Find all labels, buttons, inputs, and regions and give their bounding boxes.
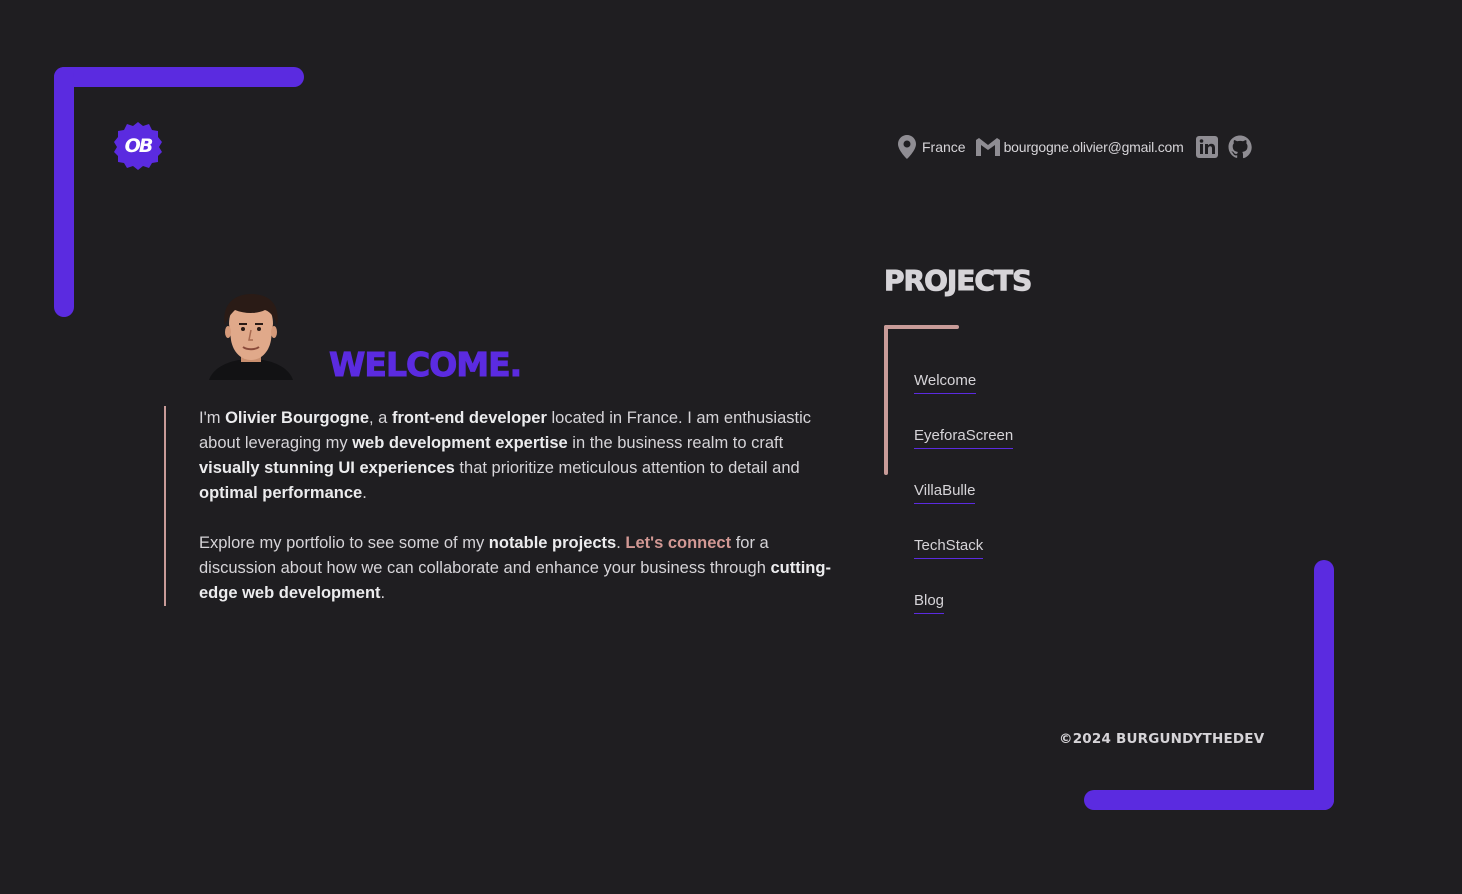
avatar-portrait-icon: [209, 294, 293, 380]
github-icon[interactable]: [1228, 135, 1252, 159]
welcome-heading: WELCOME.: [328, 345, 522, 385]
projects-nav-item: VillaBulle: [914, 480, 1013, 535]
projects-nav-item: TechStack: [914, 535, 1013, 590]
projects-nav: Welcome EyeforaScreen VillaBulle TechSta…: [914, 370, 1014, 645]
logo-link[interactable]: OB: [113, 121, 163, 171]
projects-bracket-vertical: [884, 325, 888, 475]
nav-link-blog[interactable]: Blog: [914, 592, 945, 614]
avatar: [205, 290, 297, 380]
projects-nav-item: EyeforaScreen: [914, 425, 1014, 480]
gmail-icon[interactable]: [975, 138, 1000, 156]
explore-paragraph: Explore my portfolio to see some of my n…: [199, 534, 831, 602]
corner-bracket-bottom-vertical: [1314, 560, 1334, 810]
copyright-footer: ©2024 BURGUNDYTHEDEV: [1059, 731, 1265, 747]
corner-bracket-bottom-horizontal: [1084, 790, 1334, 810]
location-text: France: [922, 139, 966, 155]
nav-link-eyeforascreen[interactable]: EyeforaScreen: [914, 427, 1014, 449]
nav-link-villabulle[interactable]: VillaBulle: [914, 482, 976, 504]
logo-text: OB: [124, 135, 154, 157]
nav-link-welcome[interactable]: Welcome: [914, 372, 977, 394]
projects-nav-item: Welcome: [914, 370, 1013, 425]
nav-link-techstack[interactable]: TechStack: [914, 537, 984, 559]
location-pin-icon: [898, 135, 916, 159]
intro-text-block: I'm Olivier Bourgogne, a front-end devel…: [164, 406, 846, 606]
email-link[interactable]: bourgogne.olivier@gmail.com: [1004, 139, 1184, 155]
corner-bracket-top-vertical: [54, 67, 74, 317]
intro-paragraph: I'm Olivier Bourgogne, a front-end devel…: [199, 409, 812, 502]
contact-bar: France bourgogne.olivier@gmail.com: [898, 133, 1252, 161]
lets-connect-link[interactable]: Let's connect: [625, 534, 731, 552]
projects-heading: PROJECTS: [883, 264, 1032, 298]
corner-bracket-top-horizontal: [54, 67, 304, 87]
page: OB France bourgogne.olivier@gmail.com WE…: [0, 0, 1462, 894]
linkedin-icon[interactable]: [1195, 136, 1218, 158]
projects-bracket-horizontal: [884, 325, 959, 329]
projects-nav-item: Blog: [914, 590, 1013, 645]
